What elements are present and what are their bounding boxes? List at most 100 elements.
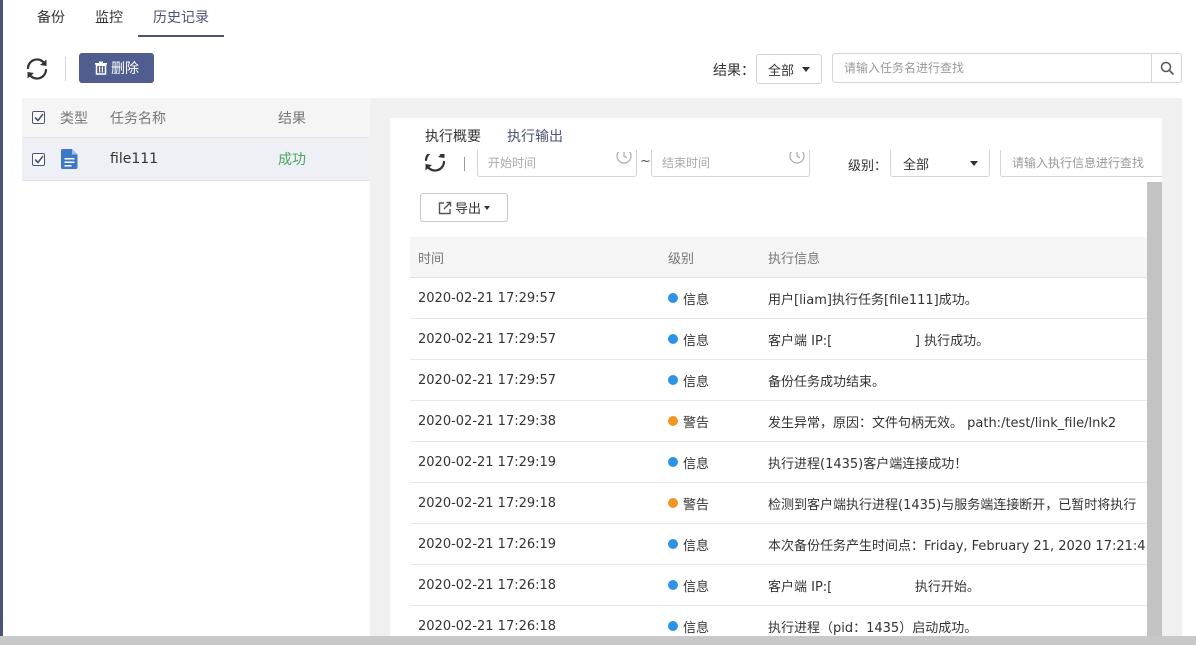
log-time: 2020-02-21 17:29:19 <box>418 454 557 470</box>
info-dot-icon <box>668 539 678 549</box>
task-row-checkbox[interactable] <box>32 152 45 166</box>
checkmark-icon <box>33 155 44 164</box>
log-level-label: 信息 <box>683 333 710 349</box>
log-row: 2020-02-21 17:29:57 信息 用户[liam]执行任务[file11… <box>410 278 1148 319</box>
task-row[interactable]: file111 成功 <box>22 138 370 181</box>
history-page: 备份 监控 历史记录 删除 结果： 全部 请输入任务名进行查找 类型 任务名称 … <box>0 0 1196 645</box>
end-time-input[interactable] <box>652 150 782 176</box>
log-time: 2020-02-21 17:29:38 <box>418 413 557 429</box>
column-level: 级别 <box>668 251 695 267</box>
search-button[interactable] <box>1151 54 1182 82</box>
chevron-down-icon <box>970 161 978 166</box>
log-level: 警告 <box>668 401 709 441</box>
log-time: 2020-02-21 17:29:57 <box>418 290 557 306</box>
log-level-label: 信息 <box>683 620 710 636</box>
log-row: 2020-02-21 17:29:18 警告 检测到客户端执行进程(1435)与服务… <box>410 483 1148 524</box>
export-button-label: 导出 <box>454 202 481 217</box>
log-level-label: 信息 <box>683 456 710 472</box>
info-dot-icon <box>668 293 678 303</box>
task-result: 成功 <box>278 152 306 168</box>
column-message: 执行信息 <box>768 251 821 267</box>
refresh-icon <box>26 58 48 80</box>
top-tabs: 备份 监控 历史记录 <box>22 0 224 37</box>
column-type: 类型 <box>60 110 88 127</box>
log-message: 发生异常，原因：文件句柄无效。 path:/test/link_file/lnk… <box>768 415 1117 431</box>
checkmark-icon <box>33 113 44 122</box>
task-search-box <box>832 53 1182 83</box>
column-time: 时间 <box>418 251 445 267</box>
warning-dot-icon <box>668 416 678 426</box>
trash-icon <box>95 61 107 75</box>
log-time: 2020-02-21 17:29:18 <box>418 495 557 511</box>
log-level-label: 警告 <box>683 415 710 431</box>
log-level-label: 警告 <box>683 497 710 513</box>
window-left-edge <box>0 0 3 645</box>
log-level: 信息 <box>668 278 709 318</box>
result-filter-select[interactable]: 全部 <box>756 54 822 84</box>
end-time-field <box>651 150 810 177</box>
external-link-icon <box>438 201 452 214</box>
log-time: 2020-02-21 17:29:57 <box>418 331 557 347</box>
log-time: 2020-02-21 17:29:57 <box>418 372 557 388</box>
log-message: 客户端 IP:[ 执行开始。 <box>768 579 980 595</box>
info-dot-icon <box>668 375 678 385</box>
select-all-checkbox[interactable] <box>32 111 45 124</box>
log-message: 执行进程(1435)客户端连接成功！ <box>768 456 968 472</box>
result-filter-label: 结果： <box>713 63 755 79</box>
log-level: 信息 <box>668 565 709 605</box>
tab-backup[interactable]: 备份 <box>22 0 80 37</box>
log-row: 2020-02-21 17:29:57 信息 备份任务成功结束。 <box>410 360 1148 401</box>
log-search-field <box>1000 150 1162 177</box>
level-filter-select[interactable]: 全部 <box>890 150 990 177</box>
column-task-name: 任务名称 <box>110 110 166 127</box>
log-level: 信息 <box>668 524 709 564</box>
caret-down-icon <box>484 205 490 210</box>
tab-monitor[interactable]: 监控 <box>80 0 138 37</box>
task-search-input[interactable] <box>833 54 1151 82</box>
log-message: 执行进程（pid：1435）启动成功。 <box>768 620 978 636</box>
log-toolbar-divider <box>464 157 465 171</box>
log-row: 2020-02-21 17:26:18 信息 客户端 IP:[ 执行开始。 <box>410 565 1148 606</box>
column-result: 结果 <box>278 110 306 127</box>
log-row: 2020-02-21 17:26:18 信息 执行进程（pid：1435）启动成功。 <box>410 606 1148 636</box>
log-level-label: 信息 <box>683 374 710 390</box>
horizontal-scrollbar[interactable] <box>0 636 1196 645</box>
log-message: 客户端 IP:[ ] 执行成功。 <box>768 333 990 349</box>
date-range-separator: ~ <box>640 154 651 169</box>
info-dot-icon <box>668 457 678 467</box>
log-search-input[interactable] <box>1001 150 1161 176</box>
log-level: 信息 <box>668 606 709 636</box>
log-level-label: 信息 <box>683 292 710 308</box>
info-dot-icon <box>668 334 678 344</box>
toolbar-divider <box>65 57 66 81</box>
export-button[interactable]: 导出 <box>420 193 508 222</box>
refresh-button[interactable] <box>22 54 52 84</box>
log-scrollbar[interactable] <box>1147 182 1162 636</box>
refresh-icon <box>424 154 446 172</box>
warning-dot-icon <box>668 498 678 508</box>
log-level: 警告 <box>668 483 709 523</box>
log-message: 本次备份任务产生时间点：Friday, February 21, 2020 17… <box>768 538 1146 554</box>
file-document-icon <box>61 149 78 169</box>
log-row: 2020-02-21 17:26:19 信息 本次备份任务产生时间点：Friday,… <box>410 524 1148 565</box>
delete-button[interactable]: 删除 <box>79 53 154 83</box>
log-row: 2020-02-21 17:29:38 警告 发生异常，原因：文件句柄无效。 pat… <box>410 401 1148 442</box>
log-time: 2020-02-21 17:26:18 <box>418 618 557 634</box>
log-level: 信息 <box>668 442 709 482</box>
log-level-label: 信息 <box>683 538 710 554</box>
log-level-label: 信息 <box>683 579 710 595</box>
start-time-input[interactable] <box>478 150 608 176</box>
clock-icon <box>616 152 632 164</box>
tab-history[interactable]: 历史记录 <box>138 0 224 37</box>
task-list-panel: 类型 任务名称 结果 file111 成功 <box>22 98 370 636</box>
log-refresh-button[interactable] <box>422 154 448 174</box>
result-filter-value: 全部 <box>768 63 795 79</box>
log-time: 2020-02-21 17:26:18 <box>418 577 557 593</box>
log-row: 2020-02-21 17:29:57 信息 客户端 IP:[ ] 执行成功。 <box>410 319 1148 360</box>
log-message: 检测到客户端执行进程(1435)与服务端连接断开，已暂时将执行 <box>768 497 1137 513</box>
level-filter-label: 级别： <box>848 159 888 174</box>
delete-button-label: 删除 <box>111 61 139 77</box>
chevron-down-icon <box>802 67 810 72</box>
detail-panel: 执行概要 执行输出 ~ 级别： 全部 <box>390 118 1162 636</box>
log-level: 信息 <box>668 319 709 359</box>
